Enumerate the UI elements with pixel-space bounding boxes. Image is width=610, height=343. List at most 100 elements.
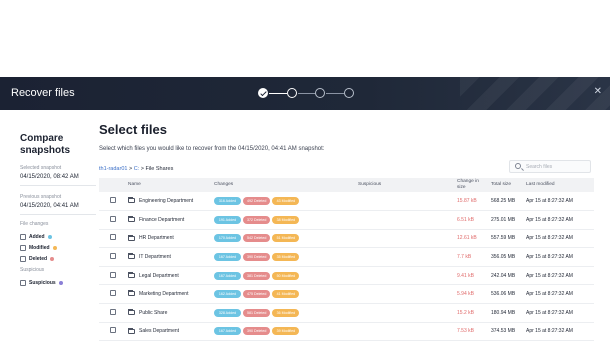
step-1-complete-icon[interactable] bbox=[258, 88, 268, 98]
modified-dot-icon bbox=[52, 245, 57, 250]
table-row[interactable]: Engineering Department 316 Added 492 Dele… bbox=[99, 192, 594, 212]
change-in-size: 9.41 kB bbox=[454, 266, 488, 286]
modified-badge: 38 Modified bbox=[272, 215, 300, 224]
filter-suspicious-label: Suspicious bbox=[29, 279, 56, 286]
suspicious-cell bbox=[355, 192, 454, 212]
modified-badge: 36 Modified bbox=[272, 308, 300, 317]
added-badge: 170 Added bbox=[214, 234, 241, 243]
table-row[interactable]: HR Department 170 Added 542 Deleted 51 Mod… bbox=[99, 229, 594, 249]
change-in-size: 7.53 kB bbox=[454, 322, 488, 342]
added-badge: 167 Added bbox=[214, 253, 241, 262]
added-badge: 316 Added bbox=[214, 197, 241, 206]
filter-deleted-checkbox[interactable] bbox=[20, 255, 26, 262]
row-checkbox[interactable] bbox=[110, 290, 116, 297]
folder-name[interactable]: Sales Department bbox=[139, 328, 179, 334]
added-badge: 191 Added bbox=[214, 215, 241, 224]
row-checkbox[interactable] bbox=[110, 253, 116, 260]
total-size: 180.94 MB bbox=[488, 303, 523, 323]
page-title: Recover files bbox=[11, 87, 75, 99]
total-size: 356.05 MB bbox=[488, 247, 523, 267]
step-3[interactable] bbox=[315, 88, 325, 98]
previous-snapshot-label: Previous snapshot bbox=[20, 194, 62, 200]
panel-title-line2: snapshots bbox=[20, 145, 71, 156]
last-modified: Apr 15 at 8:27:32 AM bbox=[523, 247, 594, 267]
filter-deleted[interactable]: Deleted bbox=[20, 253, 96, 264]
table-row[interactable]: Legal Department 167 Added 381 Deleted 50 … bbox=[99, 266, 594, 286]
search-box[interactable] bbox=[509, 160, 591, 173]
row-checkbox[interactable] bbox=[110, 215, 116, 222]
deleted-badge: 581 Deleted bbox=[243, 308, 271, 317]
total-size: 568.25 MB bbox=[488, 192, 523, 212]
filter-added-checkbox[interactable] bbox=[20, 233, 26, 240]
filter-modified-checkbox[interactable] bbox=[20, 244, 26, 251]
folder-icon bbox=[128, 234, 135, 241]
search-input[interactable] bbox=[526, 162, 588, 172]
folder-icon bbox=[128, 327, 135, 334]
row-checkbox[interactable] bbox=[110, 308, 116, 315]
name-column-header[interactable]: Name bbox=[125, 178, 211, 192]
table-row[interactable]: IT Department 167 Added 390 Deleted 35 Mod… bbox=[99, 247, 594, 267]
step-4[interactable] bbox=[344, 88, 354, 98]
added-badge: 167 Added bbox=[214, 271, 241, 280]
modified-badge: 50 Modified bbox=[272, 271, 300, 280]
suspicious-cell bbox=[355, 322, 454, 342]
table-row[interactable]: Finance Department 191 Added 372 Deleted 3… bbox=[99, 210, 594, 230]
folder-name[interactable]: Engineering Department bbox=[139, 198, 193, 204]
table-row[interactable]: Marketing Department 162 Added 475 Delete… bbox=[99, 284, 594, 305]
filter-modified[interactable]: Modified bbox=[20, 242, 96, 253]
breadcrumb-current: File Shares bbox=[145, 166, 174, 172]
breadcrumb-drive[interactable]: C: bbox=[134, 166, 140, 172]
table-row[interactable]: Public Share 328 Added 581 Deleted 36 Modi… bbox=[99, 303, 594, 323]
last-modified: Apr 15 at 8:27:32 AM bbox=[523, 210, 594, 230]
folder-name[interactable]: Finance Department bbox=[139, 217, 184, 223]
row-checkbox[interactable] bbox=[110, 197, 116, 204]
modified-badge: 39 Modified bbox=[272, 327, 300, 336]
search-icon bbox=[515, 163, 521, 169]
folder-icon bbox=[128, 216, 135, 223]
folder-name[interactable]: Legal Department bbox=[139, 273, 179, 279]
row-checkbox[interactable] bbox=[110, 327, 116, 334]
suspicious-dot-icon bbox=[58, 280, 63, 285]
added-dot-icon bbox=[47, 234, 52, 239]
previous-snapshot-date[interactable]: 04/15/2020, 04:41 AM bbox=[20, 203, 96, 215]
close-icon[interactable]: ✕ bbox=[594, 86, 602, 97]
selected-snapshot-date[interactable]: 04/15/2020, 08:42 AM bbox=[20, 174, 96, 186]
filter-suspicious[interactable]: Suspicious bbox=[20, 277, 96, 288]
folder-icon bbox=[128, 197, 135, 204]
table-header-row: Name Changes Suspicious Change in size T… bbox=[99, 178, 594, 192]
folder-name[interactable]: HR Department bbox=[139, 235, 174, 241]
total-size: 275.01 MB bbox=[488, 210, 523, 230]
select-files-panel: Select files Select which files you woul… bbox=[99, 122, 594, 342]
total-size-column-header[interactable]: Total size bbox=[488, 178, 523, 192]
filter-modified-label: Modified bbox=[29, 244, 50, 251]
row-checkbox[interactable] bbox=[110, 271, 116, 278]
filter-added[interactable]: Added bbox=[20, 231, 96, 242]
suspicious-column-header[interactable]: Suspicious bbox=[355, 178, 454, 192]
folder-name[interactable]: Public Share bbox=[139, 310, 167, 316]
breadcrumb-host[interactable]: th1-radar01 bbox=[99, 166, 127, 172]
last-modified-column-header[interactable]: Last modified bbox=[523, 178, 594, 192]
change-in-size-column-header[interactable]: Change in size bbox=[454, 178, 488, 192]
step-connector bbox=[326, 93, 344, 94]
step-2-current[interactable] bbox=[287, 88, 297, 98]
total-size: 536.06 MB bbox=[488, 284, 523, 305]
filter-added-label: Added bbox=[29, 233, 45, 240]
changes-column-header[interactable]: Changes bbox=[211, 178, 355, 192]
deleted-badge: 492 Deleted bbox=[243, 197, 271, 206]
folder-icon bbox=[128, 309, 135, 316]
folder-name[interactable]: Marketing Department bbox=[139, 291, 188, 297]
deleted-badge: 381 Deleted bbox=[243, 271, 271, 280]
suspicious-cell bbox=[355, 229, 454, 249]
added-badge: 328 Added bbox=[214, 308, 241, 317]
files-table-body: Engineering Department 316 Added 492 Dele… bbox=[99, 192, 594, 342]
folder-name[interactable]: IT Department bbox=[139, 254, 171, 260]
filter-suspicious-checkbox[interactable] bbox=[20, 279, 26, 286]
last-modified: Apr 15 at 8:27:32 AM bbox=[523, 266, 594, 286]
section-subtitle: Select which files you would like to rec… bbox=[99, 146, 325, 152]
row-checkbox[interactable] bbox=[110, 234, 116, 241]
select-column-header bbox=[99, 178, 125, 192]
folder-icon bbox=[128, 253, 135, 260]
table-row[interactable]: Sales Department 167 Added 390 Deleted 39 … bbox=[99, 322, 594, 342]
compare-snapshots-panel: Compare snapshots Selected snapshot 04/1… bbox=[20, 133, 96, 288]
modified-badge: 35 Modified bbox=[272, 253, 300, 262]
